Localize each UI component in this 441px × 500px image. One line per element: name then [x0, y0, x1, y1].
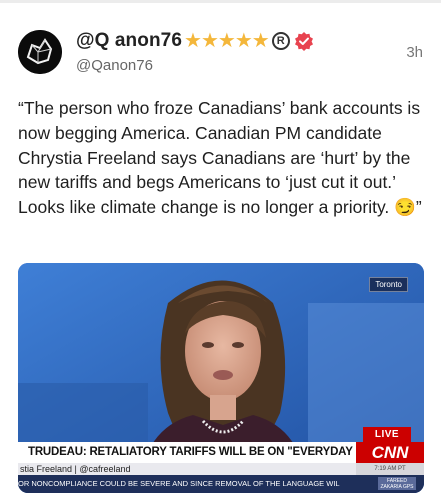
star-icon: ★ — [234, 30, 253, 52]
avatar-logo-icon — [18, 30, 62, 74]
star-icon: ★ — [251, 30, 270, 52]
post-media-image[interactable]: Toronto LIVE TRUDEAU: RETALIATORY TARIFF… — [18, 263, 424, 493]
news-headline-banner: TRUDEAU: RETALIATORY TARIFFS WILL BE ON … — [18, 442, 356, 463]
broadcast-time: 7:19 AM PT — [356, 463, 424, 475]
avatar[interactable] — [18, 30, 62, 74]
star-icon: ★ — [217, 30, 236, 52]
display-name[interactable]: @Q anon76 — [76, 30, 182, 52]
author-row: @Q anon76 ★ ★ ★ ★ ★ R — [76, 29, 314, 53]
verified-check-icon — [294, 31, 314, 51]
registered-icon: R — [271, 32, 290, 50]
show-tag: FAREED ZAKARIA GPS — [378, 477, 416, 490]
star-badges: ★ ★ ★ ★ ★ — [184, 30, 270, 52]
news-ticker: OR NONCOMPLIANCE COULD BE SEVERE AND SIN… — [18, 475, 424, 493]
post-text: “The person who froze Canadians’ bank ac… — [18, 98, 422, 218]
live-badge: LIVE — [363, 427, 411, 442]
post-timestamp[interactable]: 3h — [406, 44, 423, 61]
star-icon: ★ — [200, 30, 219, 52]
star-icon: ★ — [184, 30, 202, 52]
user-handle[interactable]: @Qanon76 — [76, 57, 153, 74]
location-tag: Toronto — [369, 277, 408, 292]
network-logo: CNN — [356, 442, 424, 464]
guest-subline: stia Freeland | @cafreeland — [18, 463, 356, 475]
top-divider — [0, 0, 441, 3]
